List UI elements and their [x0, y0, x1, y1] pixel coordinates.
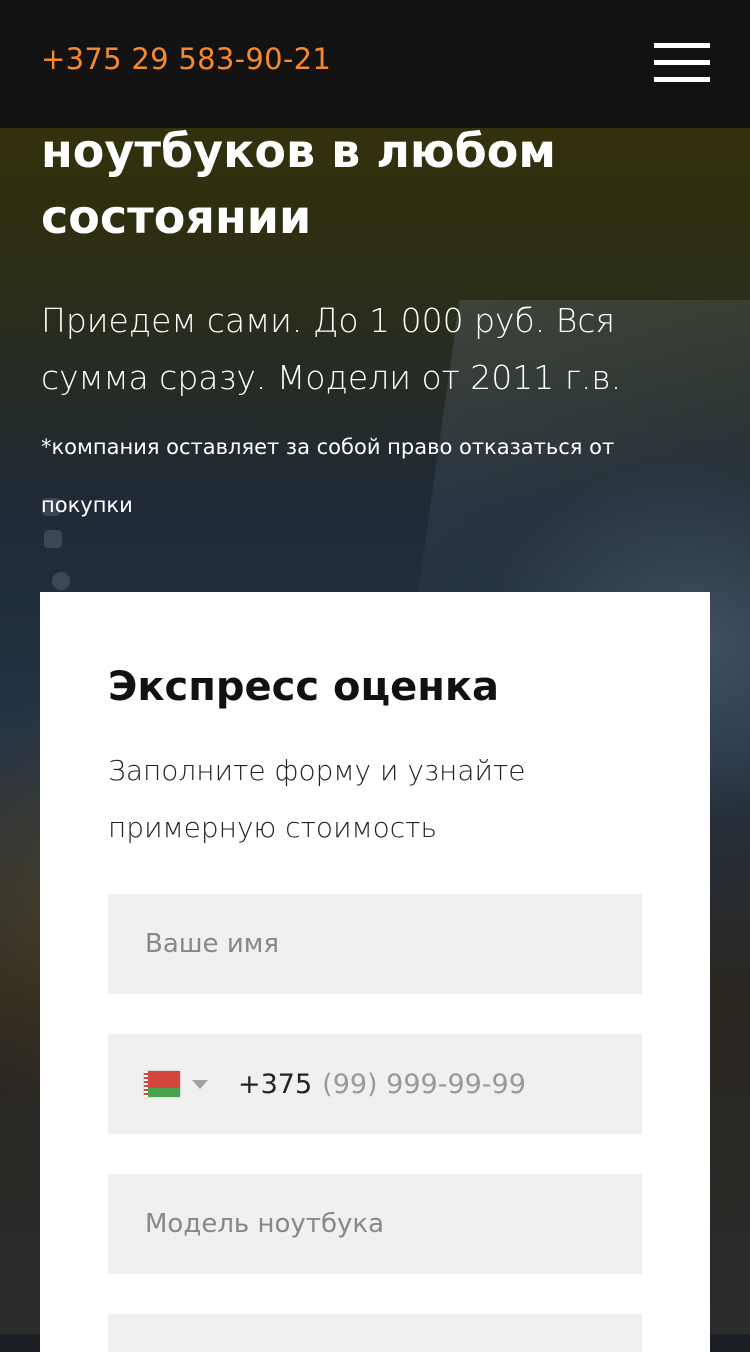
hero-title-line: состоянии [41, 190, 312, 244]
laptop-model-field [108, 1174, 642, 1274]
name-input[interactable] [108, 894, 642, 994]
flag-red-stripe [144, 1071, 180, 1089]
form-subtitle: Заполните форму и узнайте примерную стои… [108, 742, 628, 856]
burger-line [654, 60, 710, 65]
country-code-select[interactable] [144, 1034, 208, 1134]
phone-field: +375 [108, 1034, 642, 1134]
belarus-flag-icon [144, 1071, 180, 1097]
form-title: Экспресс оценка [108, 664, 499, 710]
hero-title: ноутбуков в любом состоянии [41, 118, 721, 250]
hero-subtitle-line: Приедем сами. До 1 000 руб. Вся [41, 301, 616, 340]
express-evaluation-form: Экспресс оценка Заполните форму и узнайт… [40, 592, 710, 1352]
hero-disclaimer-line: *компания оставляет за собой право отказ… [41, 435, 615, 459]
flag-ornament [144, 1071, 148, 1097]
caret-down-icon [192, 1079, 208, 1089]
form-subtitle-line: примерную стоимость [108, 811, 438, 844]
hero-subtitle: Приедем сами. До 1 000 руб. Вся сумма ср… [41, 292, 641, 406]
hero-subtitle-line: сумма сразу. Модели от 2011 г.в. [41, 358, 622, 397]
top-header: +375 29 583-90-21 [0, 0, 750, 128]
form-subtitle-line: Заполните форму и узнайте [108, 754, 526, 787]
header-phone-link[interactable]: +375 29 583-90-21 [41, 42, 331, 76]
next-field[interactable] [108, 1314, 642, 1352]
hero-disclaimer: *компания оставляет за собой право отказ… [41, 418, 681, 534]
hero-disclaimer-line: покупки [41, 493, 133, 517]
burger-line [654, 77, 710, 82]
laptop-model-input[interactable] [108, 1174, 642, 1274]
phone-input[interactable] [312, 1034, 642, 1134]
flag-green-stripe [144, 1088, 180, 1097]
name-field [108, 894, 642, 994]
phone-dial-code: +375 [238, 1068, 313, 1100]
desktop-icon [52, 572, 70, 590]
burger-line [654, 43, 710, 48]
menu-burger-icon[interactable] [654, 43, 710, 83]
